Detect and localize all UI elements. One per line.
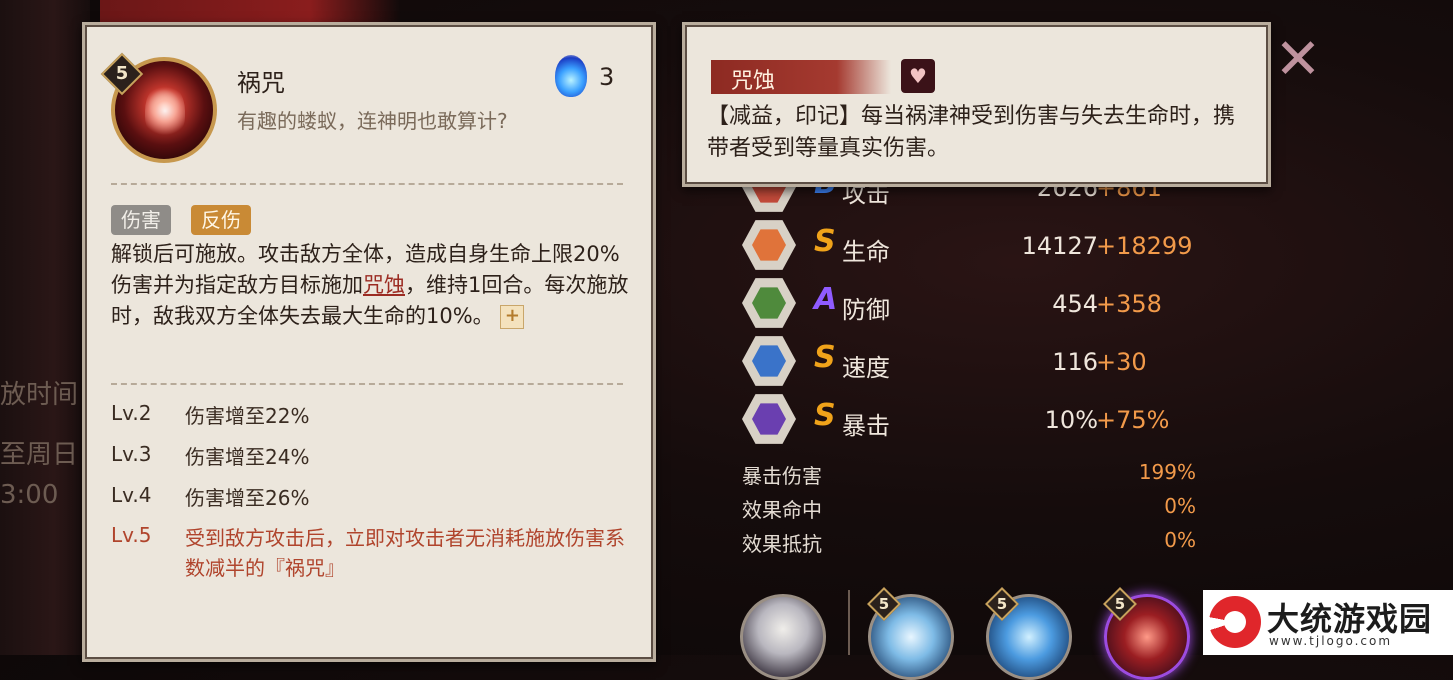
stat-name: 暴击: [842, 412, 890, 440]
skill-description: 解锁后可施放。攻击敌方全体，造成自身生命上限20%伤害并为指定敌方目标施加咒蚀，…: [111, 239, 631, 332]
stat-row-defense: A 防御 454 +358: [740, 276, 1210, 332]
skill-detail-card: 5 祸咒 有趣的蝼蚁，连神明也敢算计? 3 伤害 反伤 解锁后可施放。攻击敌方全…: [82, 22, 656, 662]
stat-bonus-value: +30: [1096, 348, 1147, 376]
background-left-panel: 放时间 至周日 3:00: [0, 0, 90, 655]
tooltip-description: 【减益，印记】每当祸津神受到伤害与失去生命时，携带者受到等量真实伤害。: [707, 104, 1236, 161]
watermark-url: www.tjlogo.com: [1269, 634, 1393, 648]
skill-name: 祸咒: [237, 69, 285, 97]
tooltip-title: 咒蚀: [731, 69, 776, 94]
sub-stat-value: 199%: [1138, 460, 1196, 484]
stat-base-value: 14127: [1021, 232, 1098, 260]
skill-cost: 3: [599, 63, 615, 91]
keyword-tooltip: 咒蚀 ♥ 【减益，印记】每当祸津神受到伤害与失去生命时，携带者受到等量真实伤害。: [682, 22, 1271, 187]
stat-grade: S: [814, 398, 836, 433]
stat-name: 防御: [842, 296, 890, 324]
defense-armor-icon: [742, 278, 796, 328]
speed-arrow-icon: [742, 336, 796, 386]
blue-flame-icon: [555, 55, 587, 97]
stat-name: 生命: [842, 238, 890, 266]
level-label: Lv.5: [111, 523, 152, 547]
level-text: 伤害增至22%: [185, 404, 310, 428]
sub-stat-name: 效果抵抗: [742, 532, 822, 556]
level-row: Lv.4 伤害增至26%: [111, 483, 625, 513]
shikigami-avatar[interactable]: [740, 594, 826, 680]
level-label: Lv.4: [111, 483, 152, 507]
stat-base-value: 10%: [1044, 406, 1098, 434]
stat-base-value: 116: [1052, 348, 1098, 376]
level-row: Lv.3 伤害增至24%: [111, 442, 625, 472]
sub-stat-name: 效果命中: [742, 498, 822, 522]
skill-slot-level: 5: [878, 595, 890, 613]
level-text: 受到敌方攻击后，立即对攻击者无消耗施放伤害系数减半的『祸咒』: [185, 526, 625, 580]
crit-card-icon: [742, 394, 796, 444]
sub-stat-value: 0%: [1164, 494, 1196, 518]
stat-grade: S: [814, 340, 836, 375]
stat-row-speed: S 速度 116 +30: [740, 334, 1210, 390]
level-text: 伤害增至26%: [185, 486, 310, 510]
sub-stat-value: 0%: [1164, 528, 1196, 552]
hp-scroll-icon: [742, 220, 796, 270]
stat-grade: S: [814, 224, 836, 259]
stat-row-crit: S 暴击 10% +75%: [740, 392, 1210, 448]
divider: [111, 183, 623, 185]
divider: [111, 383, 623, 385]
level-row: Lv.2 伤害增至22%: [111, 401, 625, 431]
sub-stat-effect-hit: 效果命中 0%: [742, 494, 1196, 523]
level-label: Lv.3: [111, 442, 152, 466]
tag-reflect: 反伤: [191, 205, 251, 235]
close-icon[interactable]: ✕: [1268, 30, 1328, 90]
bg-text-3: 3:00: [0, 480, 59, 510]
skill-slot-level: 5: [1114, 595, 1126, 613]
tag-damage: 伤害: [111, 205, 171, 235]
stat-bonus-value: +358: [1096, 290, 1162, 318]
skill-level-number: 5: [115, 63, 129, 84]
level-label: Lv.2: [111, 401, 152, 425]
keyword-link-zhoushi[interactable]: 咒蚀: [363, 273, 405, 297]
stat-bonus-value: +18299: [1096, 232, 1193, 260]
sub-stat-name: 暴击伤害: [742, 464, 822, 488]
bg-text-1: 放时间: [0, 380, 79, 410]
skill-slot-level: 5: [996, 595, 1008, 613]
stat-grade: A: [814, 282, 838, 317]
level-text: 伤害增至24%: [185, 445, 310, 469]
cursed-heart-icon: ♥: [901, 59, 935, 93]
plus-icon[interactable]: +: [500, 305, 525, 329]
stat-row-hp: S 生命 14127 +18299: [740, 218, 1210, 274]
bg-text-2: 至周日: [0, 440, 79, 470]
divider: [848, 590, 850, 655]
sub-stat-effect-resist: 效果抵抗 0%: [742, 528, 1196, 557]
sub-stat-crit-damage: 暴击伤害 199%: [742, 460, 1196, 489]
watermark-logo-icon: [1209, 596, 1261, 648]
stat-name: 速度: [842, 354, 890, 382]
watermark: 大统游戏园 www.tjlogo.com: [1203, 590, 1453, 655]
stat-base-value: 454: [1052, 290, 1098, 318]
skill-quote: 有趣的蝼蚁，连神明也敢算计?: [237, 109, 508, 133]
level-row-awaken: Lv.5 受到敌方攻击后，立即对攻击者无消耗施放伤害系数减半的『祸咒』: [111, 523, 625, 583]
stat-bonus-value: +75%: [1096, 406, 1170, 434]
